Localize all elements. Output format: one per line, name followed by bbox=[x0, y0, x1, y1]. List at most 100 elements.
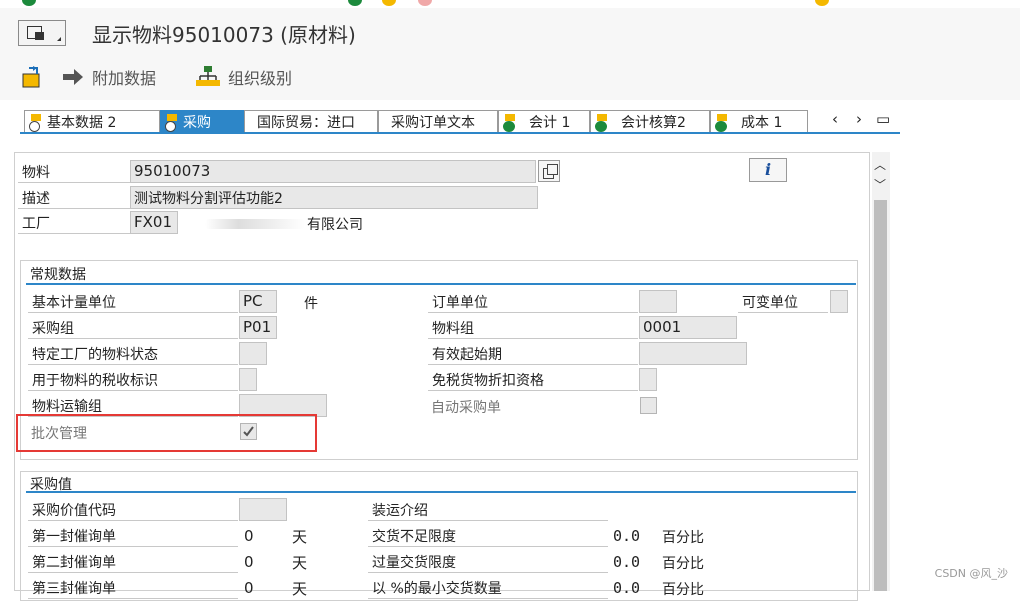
tab-purchasing[interactable]: 采购 bbox=[160, 110, 244, 132]
variable-unit-label: 可变单位 bbox=[738, 290, 828, 313]
reminder-3-value[interactable]: 0 bbox=[244, 579, 254, 597]
valid-from-label: 有效起始期 bbox=[428, 342, 638, 365]
base-uom-text: 件 bbox=[304, 296, 318, 312]
section-rule bbox=[26, 283, 856, 285]
menu-button[interactable] bbox=[18, 20, 66, 46]
tab-list-icon[interactable]: ▭ bbox=[876, 110, 890, 128]
menu-icon-detail bbox=[35, 32, 44, 40]
material-field[interactable]: 95010073 bbox=[130, 160, 536, 183]
incomplete-flag-icon bbox=[165, 113, 179, 132]
material-group-label: 物料组 bbox=[428, 316, 638, 339]
description-label: 描述 bbox=[18, 186, 130, 209]
redacted-text bbox=[205, 219, 305, 229]
tab-label: 成本 1 bbox=[741, 114, 783, 131]
purchasing-group-label: 采购组 bbox=[28, 316, 238, 339]
plant-name: 有限公司 bbox=[307, 217, 363, 233]
status-icon[interactable] bbox=[348, 0, 362, 6]
order-unit-label: 订单单位 bbox=[428, 290, 638, 313]
reminder-2-unit: 天 bbox=[292, 554, 308, 572]
status-icon[interactable] bbox=[815, 0, 829, 6]
tab-label: 采购订单文本 bbox=[391, 114, 475, 131]
order-unit-field[interactable] bbox=[639, 290, 677, 313]
underdelivery-unit: 百分比 bbox=[662, 530, 704, 546]
material-group-field[interactable]: 0001 bbox=[639, 316, 737, 339]
org-levels-label: 组织级别 bbox=[228, 69, 293, 88]
underdelivery-label: 交货不足限度 bbox=[368, 524, 608, 547]
purchasing-value-key-label: 采购价值代码 bbox=[28, 498, 238, 521]
tax-indicator-field[interactable] bbox=[239, 368, 257, 391]
tab-label: 会计 1 bbox=[529, 114, 571, 131]
section-title: 常规数据 bbox=[30, 267, 86, 283]
status-icon[interactable] bbox=[418, 0, 432, 6]
base-uom-field[interactable]: PC bbox=[239, 290, 277, 313]
tax-indicator-label: 用于物料的税收标识 bbox=[28, 368, 238, 391]
reminder-2-value[interactable]: 0 bbox=[244, 553, 254, 571]
auto-po-checkbox[interactable] bbox=[640, 397, 657, 414]
other-material-button[interactable] bbox=[20, 64, 44, 90]
purchasing-value-key-field[interactable] bbox=[239, 498, 287, 521]
tab-underline bbox=[20, 132, 900, 134]
min-delivery-value[interactable]: 0.0 bbox=[613, 579, 640, 597]
plant-label: 工厂 bbox=[18, 211, 130, 234]
valid-from-field[interactable] bbox=[639, 342, 747, 365]
reminder-2-label: 第二封催询单 bbox=[28, 550, 238, 573]
tab-label: 会计核算2 bbox=[621, 114, 686, 131]
tab-basic-data-2[interactable]: 基本数据 2 bbox=[24, 110, 160, 132]
description-field[interactable]: 测试物料分割评估功能2 bbox=[130, 186, 538, 209]
copy-icon[interactable] bbox=[538, 160, 560, 182]
status-icon[interactable] bbox=[22, 0, 36, 6]
overdelivery-label: 过量交货限度 bbox=[368, 550, 608, 573]
material-label: 物料 bbox=[18, 160, 130, 183]
page-title: 显示物料95010073 (原材料) bbox=[92, 23, 356, 47]
tab-label: 采购 bbox=[183, 114, 211, 131]
overdelivery-unit: 百分比 bbox=[662, 556, 704, 572]
complete-flag-icon bbox=[715, 113, 729, 132]
org-hierarchy-icon bbox=[196, 66, 220, 86]
extra-data-button[interactable]: 附加数据 bbox=[62, 64, 156, 90]
complete-flag-icon bbox=[503, 113, 517, 132]
reminder-3-unit: 天 bbox=[292, 580, 308, 598]
min-delivery-label: 以 %的最小交货数量 bbox=[368, 576, 608, 599]
variable-unit-field[interactable] bbox=[830, 290, 848, 313]
plant-status-field[interactable] bbox=[239, 342, 267, 365]
section-rule bbox=[26, 491, 856, 493]
watermark: CSDN @风_沙 bbox=[934, 567, 1008, 580]
plant-field[interactable]: FX01 bbox=[130, 211, 178, 234]
top-system-strip bbox=[0, 0, 1020, 8]
plant-status-label: 特定工厂的物料状态 bbox=[28, 342, 238, 365]
tab-cost-1[interactable]: 成本 1 bbox=[710, 110, 808, 132]
status-icon[interactable] bbox=[382, 0, 396, 6]
highlight-box bbox=[16, 414, 317, 452]
tab-costing-2[interactable]: 会计核算2 bbox=[590, 110, 710, 132]
extra-data-label: 附加数据 bbox=[92, 69, 157, 88]
scroll-down-icon[interactable]: ﹀ bbox=[874, 176, 886, 193]
dropdown-icon bbox=[57, 37, 61, 41]
complete-flag-icon bbox=[595, 113, 609, 132]
tax-discount-field[interactable] bbox=[639, 368, 657, 391]
min-delivery-unit: 百分比 bbox=[662, 582, 704, 598]
shipping-instr-label: 装运介绍 bbox=[368, 498, 608, 521]
tab-next-icon[interactable]: › bbox=[856, 110, 862, 128]
purchasing-group-field[interactable]: P01 bbox=[239, 316, 277, 339]
scroll-up-icon[interactable]: ︿ bbox=[874, 156, 886, 173]
org-levels-button[interactable]: 组织级别 bbox=[196, 64, 292, 90]
reminder-1-unit: 天 bbox=[292, 528, 308, 546]
tab-foreign-trade-import[interactable]: 国际贸易：进口 bbox=[244, 110, 378, 132]
other-object-icon bbox=[22, 66, 40, 88]
reminder-3-label: 第三封催询单 bbox=[28, 576, 238, 599]
underdelivery-value[interactable]: 0.0 bbox=[613, 527, 640, 545]
tab-accounting-1[interactable]: 会计 1 bbox=[498, 110, 590, 132]
scrollbar-thumb[interactable] bbox=[874, 200, 887, 591]
reminder-1-value[interactable]: 0 bbox=[244, 527, 254, 545]
tab-prev-icon[interactable]: ‹ bbox=[832, 110, 838, 128]
tab-po-text[interactable]: 采购订单文本 bbox=[378, 110, 498, 132]
tab-label: 基本数据 2 bbox=[47, 114, 117, 131]
base-uom-label: 基本计量单位 bbox=[28, 290, 238, 313]
overdelivery-value[interactable]: 0.0 bbox=[613, 553, 640, 571]
reminder-1-label: 第一封催询单 bbox=[28, 524, 238, 547]
auto-po-label: 自动采购单 bbox=[431, 400, 501, 416]
incomplete-flag-icon bbox=[29, 113, 43, 132]
tax-discount-label: 免税货物折扣资格 bbox=[428, 368, 638, 391]
info-button[interactable]: i bbox=[749, 158, 787, 182]
vertical-scrollbar[interactable]: ︿ ﹀ bbox=[872, 152, 890, 591]
